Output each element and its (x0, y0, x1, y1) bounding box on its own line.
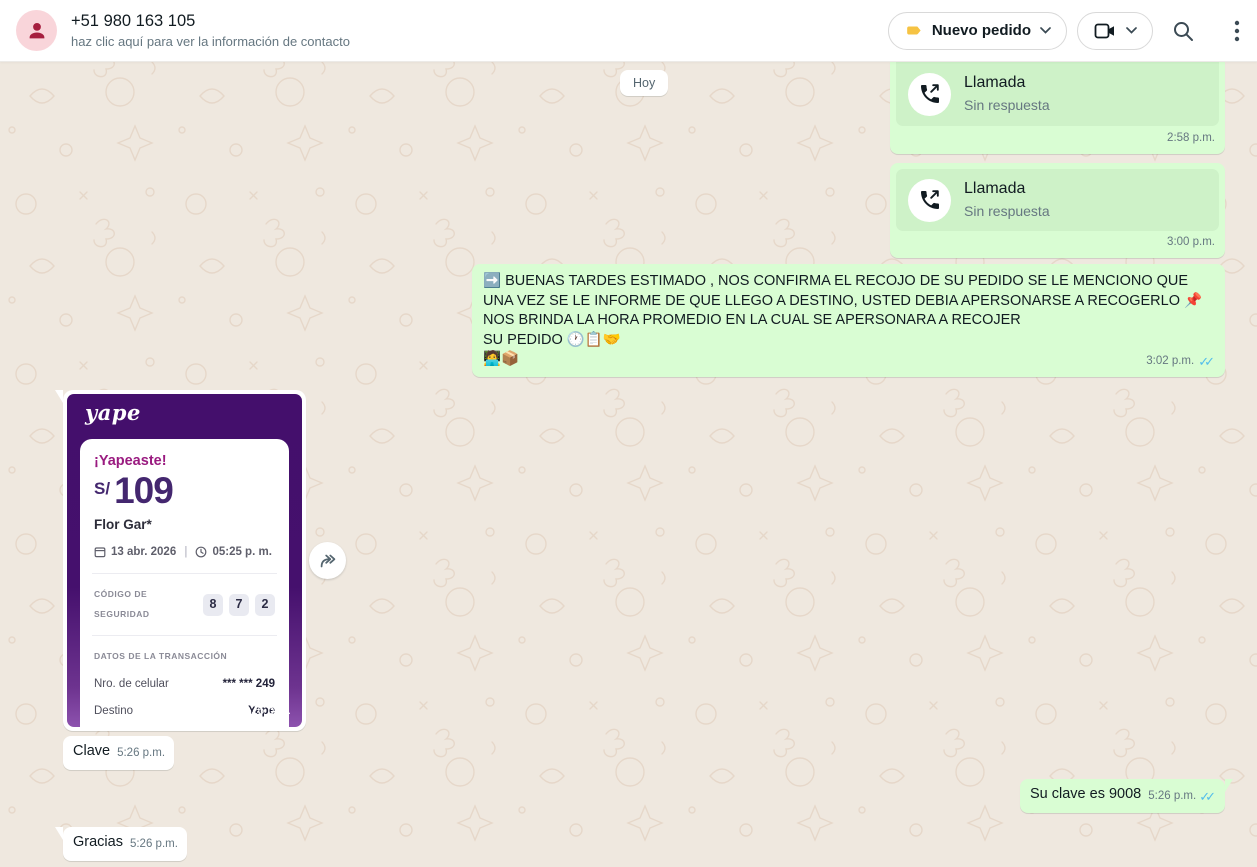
search-icon (1171, 19, 1195, 43)
currency-symbol: S/ (94, 479, 110, 498)
menu-button[interactable] (1225, 11, 1249, 51)
outgoing-call-icon (908, 179, 951, 222)
message-time: 3:02 p.m. (1146, 352, 1194, 372)
forward-button[interactable] (309, 542, 346, 579)
message-text: Gracias (73, 833, 123, 853)
order-label-tag-icon (904, 21, 923, 40)
receipt-amount: S/109 (94, 481, 275, 510)
new-order-button[interactable]: Nuevo pedido (888, 12, 1067, 50)
transaction-row: Nro. de celular*** *** 249 (94, 675, 275, 695)
receipt-datetime: 13 abr. 2026 | 05:25 p. m. (94, 543, 275, 563)
transaction-data-label: DATOS DE LA TRANSACCIÓN (94, 647, 275, 667)
search-button[interactable] (1163, 11, 1203, 51)
security-code-section: CÓDIGO DE SEGURIDAD 8 7 2 (94, 585, 275, 624)
chevron-down-icon (1040, 27, 1051, 34)
call-panel: Llamada Sin respuesta (896, 62, 1219, 126)
message-time: 5:26 p.m. (241, 701, 291, 721)
video-call-button[interactable] (1077, 12, 1153, 50)
new-order-label: Nuevo pedido (932, 22, 1031, 39)
amount-value: 109 (114, 470, 173, 511)
message-text: Su clave es 9008 (1030, 785, 1141, 805)
avatar[interactable] (16, 10, 57, 51)
person-icon (24, 18, 50, 44)
separator: | (184, 543, 187, 563)
security-code-label: CÓDIGO DE SEGURIDAD (94, 585, 203, 624)
payer-name: Flor Gar* (94, 515, 275, 535)
image-message-yape-receipt[interactable]: yape ¡Yapeaste! S/109 Flor Gar* 13 abr. … (63, 390, 306, 731)
receipt-card: ¡Yapeaste! S/109 Flor Gar* 13 abr. 2026 … (80, 439, 289, 727)
yape-receipt-image: yape ¡Yapeaste! S/109 Flor Gar* 13 abr. … (67, 394, 302, 727)
message-time: 5:26 p.m. (117, 744, 165, 764)
message-time: 5:26 p.m. (130, 835, 178, 855)
text-message-key[interactable]: Su clave es 9008 5:26 p.m. ✓✓ (1020, 779, 1225, 813)
message-time: 5:26 p.m. (1148, 787, 1196, 807)
contact-info[interactable]: +51 980 163 105 haz clic aquí para ver l… (71, 12, 888, 49)
message-text: ➡️ BUENAS TARDES ESTIMADO , NOS CONFIRMA… (483, 272, 1214, 370)
yape-logo: yape (67, 394, 302, 423)
call-panel: Llamada Sin respuesta (896, 169, 1219, 231)
call-message-2[interactable]: Llamada Sin respuesta 3:00 p.m. (890, 163, 1225, 258)
video-camera-icon (1093, 19, 1117, 43)
clock-icon (195, 546, 207, 558)
date-badge: Hoy (620, 70, 668, 96)
text-message-clave[interactable]: Clave 5:26 p.m. (63, 736, 174, 770)
call-status: Sin respuesta (964, 202, 1050, 222)
read-receipt-double-check-icon: ✓✓ (1198, 352, 1210, 372)
call-status: Sin respuesta (964, 96, 1050, 116)
kebab-menu-icon (1234, 20, 1240, 42)
outgoing-call-icon (908, 73, 951, 116)
whatsapp-window: Hoy Llamada Sin respuesta 2:58 p.m. (0, 0, 1257, 867)
call-title: Llamada (964, 179, 1050, 199)
text-message-confirmation[interactable]: ➡️ BUENAS TARDES ESTIMADO , NOS CONFIRMA… (472, 264, 1225, 377)
header-actions: Nuevo pedido (888, 11, 1249, 51)
security-code-digits: 8 7 2 (203, 594, 275, 616)
chat-header: +51 980 163 105 haz clic aquí para ver l… (0, 0, 1257, 62)
message-text: Clave (73, 742, 110, 762)
message-time: 3:00 p.m. (1167, 233, 1215, 253)
forward-arrow-icon (317, 550, 339, 572)
contact-subtitle: haz clic aquí para ver la información de… (71, 34, 888, 49)
read-receipt-double-check-icon: ✓✓ (1199, 787, 1211, 807)
message-time: 2:58 p.m. (1167, 129, 1215, 149)
message-list: Hoy Llamada Sin respuesta 2:58 p.m. (0, 0, 1257, 867)
contact-name: +51 980 163 105 (71, 12, 888, 31)
chevron-down-icon (1126, 27, 1137, 34)
call-message-1[interactable]: Llamada Sin respuesta 2:58 p.m. (890, 62, 1225, 154)
call-title: Llamada (964, 73, 1050, 93)
text-message-gracias[interactable]: Gracias 5:26 p.m. (63, 827, 187, 861)
calendar-icon (94, 546, 106, 558)
